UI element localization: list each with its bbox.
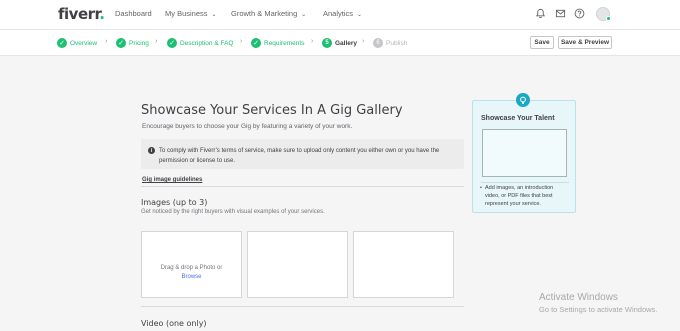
chevron-down-icon: ⌄: [357, 12, 363, 18]
tip-bullet-text: Add images, an introduction video, or PD…: [480, 184, 569, 208]
step-6-icon: 6: [373, 38, 383, 48]
top-navbar: fiverr. Dashboard My Business ⌄ Growth & …: [0, 0, 680, 30]
browse-link[interactable]: Browse: [181, 274, 201, 280]
chevron-right-icon: ›: [105, 38, 108, 45]
step-overview[interactable]: ✓ Overview: [57, 38, 97, 48]
help-icon[interactable]: [574, 8, 585, 19]
image-upload-slot-3[interactable]: [353, 231, 454, 298]
image-upload-slot-1[interactable]: Drag & drop a Photo or Browse: [141, 231, 242, 298]
nav-analytics[interactable]: Analytics ⌄: [323, 9, 362, 18]
chevron-down-icon: ⌄: [211, 12, 217, 18]
chevron-right-icon: ›: [311, 38, 314, 45]
check-icon: ✓: [116, 38, 126, 48]
images-section-title: Images (up to 3): [141, 198, 208, 207]
bell-icon[interactable]: [535, 8, 546, 19]
nav-my-business[interactable]: My Business ⌄: [165, 9, 217, 18]
save-button[interactable]: Save: [530, 36, 554, 49]
image-upload-slot-2[interactable]: [247, 231, 348, 298]
tip-illustration-frame: [482, 129, 567, 177]
terms-notice: i To comply with Fiverr’s terms of servi…: [141, 139, 464, 169]
fiverr-logo[interactable]: fiverr.: [58, 5, 105, 23]
terms-notice-text: To comply with Fiverr’s terms of service…: [159, 148, 440, 164]
nav-dashboard[interactable]: Dashboard: [115, 9, 152, 18]
gig-image-guidelines-link[interactable]: Gig image guidelines: [142, 177, 202, 183]
images-section-subtitle: Get noticed by the right buyers with vis…: [141, 209, 325, 215]
step-publish: 6 Publish: [373, 38, 407, 48]
showcase-tip-card: Showcase Your Talent Add images, an intr…: [472, 100, 576, 213]
step-description-faq[interactable]: ✓ Description & FAQ: [167, 38, 233, 48]
step-requirements[interactable]: ✓ Requirements: [251, 38, 304, 48]
divider: [481, 182, 569, 183]
lightbulb-icon: [516, 93, 530, 107]
step-pricing[interactable]: ✓ Pricing: [116, 38, 149, 48]
info-icon: i: [148, 147, 155, 154]
check-icon: ✓: [167, 38, 177, 48]
page-subtitle: Encourage buyers to choose your Gig by f…: [142, 123, 353, 130]
divider: [141, 186, 464, 187]
activate-windows-hint: Go to Settings to activate Windows.: [539, 305, 658, 314]
save-preview-button[interactable]: Save & Preview: [558, 36, 612, 49]
chevron-down-icon: ⌄: [301, 12, 307, 18]
chevron-right-icon: ›: [240, 38, 243, 45]
mail-icon[interactable]: [555, 8, 566, 19]
nav-growth-marketing[interactable]: Growth & Marketing ⌄: [231, 9, 306, 18]
chevron-right-icon: ›: [155, 38, 158, 45]
divider: [141, 306, 464, 307]
tip-title: Showcase Your Talent: [481, 115, 555, 122]
check-icon: ✓: [57, 38, 67, 48]
step-5-icon: 5: [322, 38, 332, 48]
check-icon: ✓: [251, 38, 261, 48]
page-title: Showcase Your Services In A Gig Gallery: [141, 103, 403, 118]
step-gallery[interactable]: 5 Gallery: [322, 38, 357, 48]
chevron-right-icon: ›: [362, 38, 365, 45]
online-status-dot: [606, 16, 611, 21]
drop-zone-text: Drag & drop a Photo or Browse: [160, 265, 223, 280]
video-section-title: Video (one only): [141, 319, 207, 328]
activate-windows-watermark: Activate Windows: [539, 292, 618, 303]
